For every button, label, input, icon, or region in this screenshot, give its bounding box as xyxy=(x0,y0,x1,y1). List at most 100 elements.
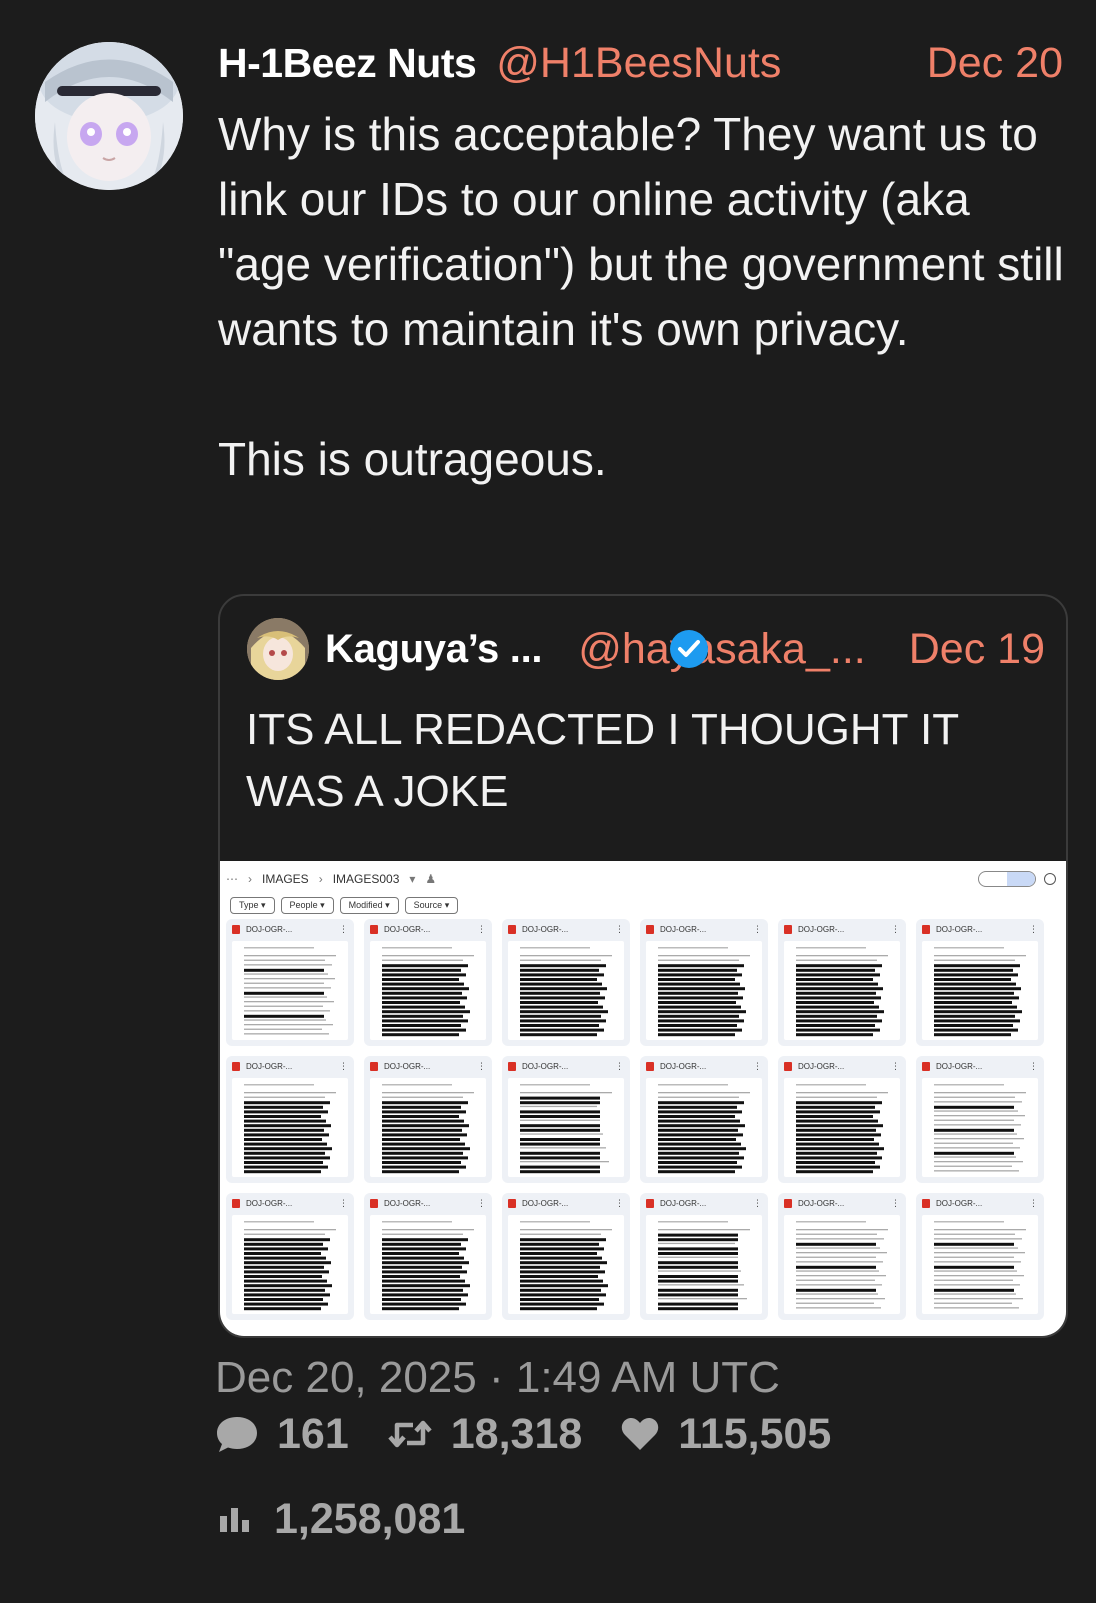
document-thumbnail xyxy=(370,1215,486,1314)
file-name: DOJ-OGR-... xyxy=(246,1061,293,1071)
quoted-author-handle[interactable]: @hayasaka_... xyxy=(578,625,865,673)
document-thumbnail xyxy=(646,1215,762,1314)
file-card: DOJ-OGR-... ⋮ xyxy=(778,1056,906,1183)
document-thumbnail xyxy=(784,941,900,1040)
file-name: DOJ-OGR-... xyxy=(384,1061,431,1071)
more-vert-icon: ⋮ xyxy=(1029,1197,1038,1208)
file-card-header: DOJ-OGR-... ⋮ xyxy=(916,919,1044,939)
file-card-header: DOJ-OGR-... ⋮ xyxy=(640,919,768,939)
document-thumbnail xyxy=(370,1078,486,1177)
author-name[interactable]: H-1Beez Nuts xyxy=(218,40,477,87)
chevron-right-icon: › xyxy=(248,872,252,886)
filter-chip: Type ▾ xyxy=(230,897,275,914)
reply-stat[interactable]: 161 xyxy=(215,1410,349,1459)
tweet-header: H-1Beez Nuts @H1BeesNuts Dec 20 xyxy=(218,38,1063,88)
document-thumbnail xyxy=(508,1215,624,1314)
file-card: DOJ-OGR-... ⋮ xyxy=(916,1056,1044,1183)
file-card-header: DOJ-OGR-... ⋮ xyxy=(364,1193,492,1213)
file-card-header: DOJ-OGR-... ⋮ xyxy=(916,1056,1044,1076)
views-stat[interactable]: 1,258,081 xyxy=(218,1490,465,1548)
more-vert-icon: ⋮ xyxy=(753,1197,762,1208)
verified-icon xyxy=(670,629,709,668)
file-card-header: DOJ-OGR-... ⋮ xyxy=(778,919,906,939)
view-toggle xyxy=(978,871,1056,887)
document-thumbnail xyxy=(784,1215,900,1314)
file-name: DOJ-OGR-... xyxy=(798,924,845,934)
retweet-stat[interactable]: 18,318 xyxy=(387,1409,583,1459)
file-grid: DOJ-OGR-... ⋮ DOJ-OGR-... ⋮ DOJ-OGR-... ⋮ DOJ-… xyxy=(226,919,1054,1320)
like-stat[interactable]: 115,505 xyxy=(620,1410,831,1459)
filter-chip: Modified ▾ xyxy=(339,897,399,914)
retweet-count: 18,318 xyxy=(450,1409,583,1458)
more-vert-icon: ⋮ xyxy=(339,1060,348,1071)
avatar-image xyxy=(35,42,183,190)
breadcrumb-item: IMAGES003 xyxy=(332,872,400,886)
people-icon: ♟ xyxy=(425,872,437,886)
file-card-header: DOJ-OGR-... ⋮ xyxy=(502,919,630,939)
file-card-header: DOJ-OGR-... ⋮ xyxy=(640,1056,768,1076)
document-thumbnail xyxy=(508,941,624,1040)
like-icon xyxy=(622,1417,659,1450)
file-card-header: DOJ-OGR-... ⋮ xyxy=(502,1193,630,1213)
file-name: DOJ-OGR-... xyxy=(522,924,569,934)
file-card: DOJ-OGR-... ⋮ xyxy=(778,1193,906,1320)
more-vert-icon: ⋮ xyxy=(615,1197,624,1208)
file-name: DOJ-OGR-... xyxy=(522,1198,569,1208)
pdf-icon xyxy=(922,1061,930,1071)
document-thumbnail xyxy=(232,1078,348,1177)
document-thumbnail xyxy=(646,1078,762,1177)
pdf-icon xyxy=(370,924,378,934)
filter-chips: Type ▾ People ▾ Modified ▾ Source ▾ xyxy=(230,897,459,914)
tweet-timestamp[interactable]: Dec 20, 2025 · 1:49 AM UTC xyxy=(215,1353,780,1403)
file-name: DOJ-OGR-... xyxy=(246,1198,293,1208)
more-vert-icon: ⋮ xyxy=(339,1197,348,1208)
document-thumbnail xyxy=(922,941,1038,1040)
file-card-header: DOJ-OGR-... ⋮ xyxy=(364,919,492,939)
quoted-tweet-header: Kaguya’s ... @hayasaka_... Dec 19 xyxy=(325,621,1045,677)
pdf-icon xyxy=(508,924,516,934)
file-card: DOJ-OGR-... ⋮ xyxy=(226,1056,354,1183)
document-thumbnail xyxy=(232,1215,348,1314)
more-vert-icon: ⋮ xyxy=(615,923,624,934)
file-name: DOJ-OGR-... xyxy=(384,924,431,934)
file-name: DOJ-OGR-... xyxy=(246,924,293,934)
reply-icon xyxy=(217,1417,257,1452)
file-card-header: DOJ-OGR-... ⋮ xyxy=(916,1193,1044,1213)
author-avatar[interactable] xyxy=(35,42,183,190)
document-thumbnail xyxy=(232,941,348,1040)
more-vert-icon: ⋮ xyxy=(1029,923,1038,934)
quoted-author-avatar[interactable] xyxy=(247,618,309,680)
file-card: DOJ-OGR-... ⋮ xyxy=(640,1056,768,1183)
attached-image[interactable]: ⋯ › IMAGES › IMAGES003 ▾ ♟ Type ▾ People… xyxy=(220,861,1066,1336)
more-vert-icon: ⋮ xyxy=(615,1060,624,1071)
author-handle[interactable]: @H1BeesNuts xyxy=(496,39,781,88)
file-name: DOJ-OGR-... xyxy=(936,1061,983,1071)
document-thumbnail xyxy=(646,941,762,1040)
pdf-icon xyxy=(646,1061,654,1071)
quoted-tweet-date[interactable]: Dec 19 xyxy=(909,625,1045,674)
views-icon xyxy=(220,1508,249,1532)
pdf-icon xyxy=(922,924,930,934)
tweet-text: Why is this acceptable? They want us to … xyxy=(218,108,1064,485)
file-card-header: DOJ-OGR-... ⋮ xyxy=(364,1056,492,1076)
file-card: DOJ-OGR-... ⋮ xyxy=(640,1193,768,1320)
quoted-tweet[interactable]: Kaguya’s ... @hayasaka_... Dec 19 ITS AL… xyxy=(218,594,1068,1338)
retweet-icon xyxy=(388,1420,432,1448)
more-vert-icon: ⋮ xyxy=(753,923,762,934)
file-card: DOJ-OGR-... ⋮ xyxy=(502,1056,630,1183)
more-icon: ⋯ xyxy=(226,872,238,886)
tweet-date[interactable]: Dec 20 xyxy=(927,39,1063,88)
file-card: DOJ-OGR-... ⋮ xyxy=(226,1193,354,1320)
engagement-stats: 161 18,318 115,505 xyxy=(215,1405,869,1463)
chevron-right-icon: › xyxy=(318,872,323,886)
file-card: DOJ-OGR-... ⋮ xyxy=(364,919,492,1046)
file-name: DOJ-OGR-... xyxy=(660,1061,707,1071)
file-card: DOJ-OGR-... ⋮ xyxy=(916,1193,1044,1320)
file-name: DOJ-OGR-... xyxy=(798,1061,845,1071)
more-vert-icon: ⋮ xyxy=(891,1197,900,1208)
file-card-header: DOJ-OGR-... ⋮ xyxy=(640,1193,768,1213)
pdf-icon xyxy=(508,1198,516,1208)
quoted-author-name[interactable]: Kaguya’s ... xyxy=(325,627,543,672)
drive-toolbar: ⋯ › IMAGES › IMAGES003 ▾ ♟ xyxy=(226,869,1056,889)
more-vert-icon: ⋮ xyxy=(339,923,348,934)
